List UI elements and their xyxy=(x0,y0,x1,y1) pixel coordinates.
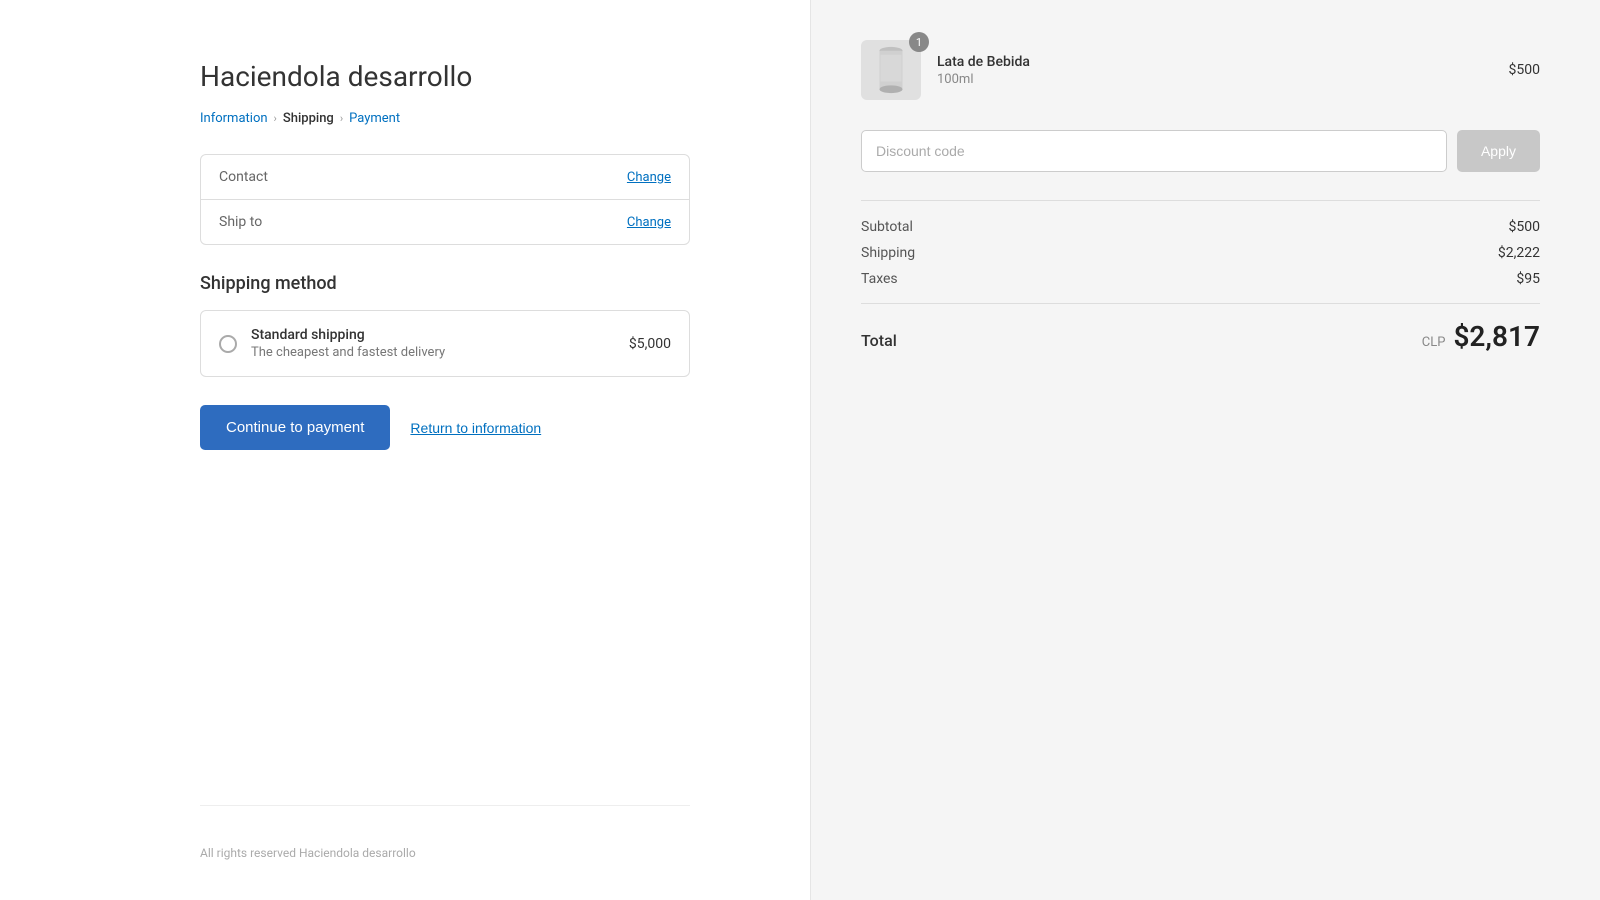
taxes-label: Taxes xyxy=(861,271,898,287)
contact-row: Contact Change xyxy=(201,155,689,200)
shipto-change-button[interactable]: Change xyxy=(627,215,671,230)
shipping-option-desc: The cheapest and fastest delivery xyxy=(251,345,445,360)
footer-text: All rights reserved Haciendola desarroll… xyxy=(200,805,690,860)
taxes-row: Taxes $95 xyxy=(861,271,1540,287)
shipping-radio[interactable] xyxy=(219,335,237,353)
taxes-value: $95 xyxy=(1516,271,1540,287)
product-image-wrapper: 1 xyxy=(861,40,921,100)
apply-discount-button[interactable]: Apply xyxy=(1457,130,1540,172)
continue-to-payment-button[interactable]: Continue to payment xyxy=(200,405,390,450)
shipping-option-info: Standard shipping The cheapest and faste… xyxy=(251,327,445,360)
breadcrumb: Information › Shipping › Payment xyxy=(200,111,690,126)
subtotal-row: Subtotal $500 xyxy=(861,219,1540,235)
shipping-label: Shipping xyxy=(861,245,915,261)
breadcrumb-shipping: Shipping xyxy=(283,111,334,126)
total-amount: $2,817 xyxy=(1453,320,1540,353)
discount-code-input[interactable] xyxy=(861,130,1447,172)
discount-row: Apply xyxy=(861,130,1540,172)
product-info: Lata de Bebida 100ml xyxy=(937,54,1030,87)
shipping-option-name: Standard shipping xyxy=(251,327,445,343)
subtotal-value: $500 xyxy=(1509,219,1540,235)
breadcrumb-sep-2: › xyxy=(340,112,343,125)
right-panel: 1 Lata de Bebida 100ml $500 Apply Subtot… xyxy=(810,0,1600,900)
button-row: Continue to payment Return to informatio… xyxy=(200,405,690,450)
total-row: Total CLP $2,817 xyxy=(861,303,1540,353)
product-badge: 1 xyxy=(909,32,929,52)
product-price: $500 xyxy=(1509,62,1540,78)
total-label: Total xyxy=(861,331,897,350)
store-title: Haciendola desarrollo xyxy=(200,60,690,93)
shipping-option-price: $5,000 xyxy=(629,336,671,352)
info-box: Contact Change Ship to Change xyxy=(200,154,690,245)
subtotal-label: Subtotal xyxy=(861,219,913,235)
breadcrumb-sep-1: › xyxy=(274,112,277,125)
product-left: 1 Lata de Bebida 100ml xyxy=(861,40,1030,100)
shipping-option-left: Standard shipping The cheapest and faste… xyxy=(219,327,445,360)
left-panel: Haciendola desarrollo Information › Ship… xyxy=(0,0,810,900)
contact-label: Contact xyxy=(219,169,268,185)
product-name: Lata de Bebida xyxy=(937,54,1030,70)
shipto-label: Ship to xyxy=(219,214,262,230)
shipping-method-title: Shipping method xyxy=(200,273,690,294)
contact-change-button[interactable]: Change xyxy=(627,170,671,185)
shipping-value: $2,222 xyxy=(1498,245,1540,261)
total-right: CLP $2,817 xyxy=(1422,320,1540,353)
product-row: 1 Lata de Bebida 100ml $500 xyxy=(861,40,1540,100)
breadcrumb-information[interactable]: Information xyxy=(200,111,268,126)
shipping-option-box[interactable]: Standard shipping The cheapest and faste… xyxy=(200,310,690,377)
return-to-information-button[interactable]: Return to information xyxy=(410,420,541,436)
total-currency: CLP xyxy=(1422,335,1446,350)
product-desc: 100ml xyxy=(937,72,1030,87)
shipping-row: Shipping $2,222 xyxy=(861,245,1540,261)
summary-divider xyxy=(861,200,1540,201)
breadcrumb-payment: Payment xyxy=(349,111,400,126)
shipto-row: Ship to Change xyxy=(201,200,689,244)
